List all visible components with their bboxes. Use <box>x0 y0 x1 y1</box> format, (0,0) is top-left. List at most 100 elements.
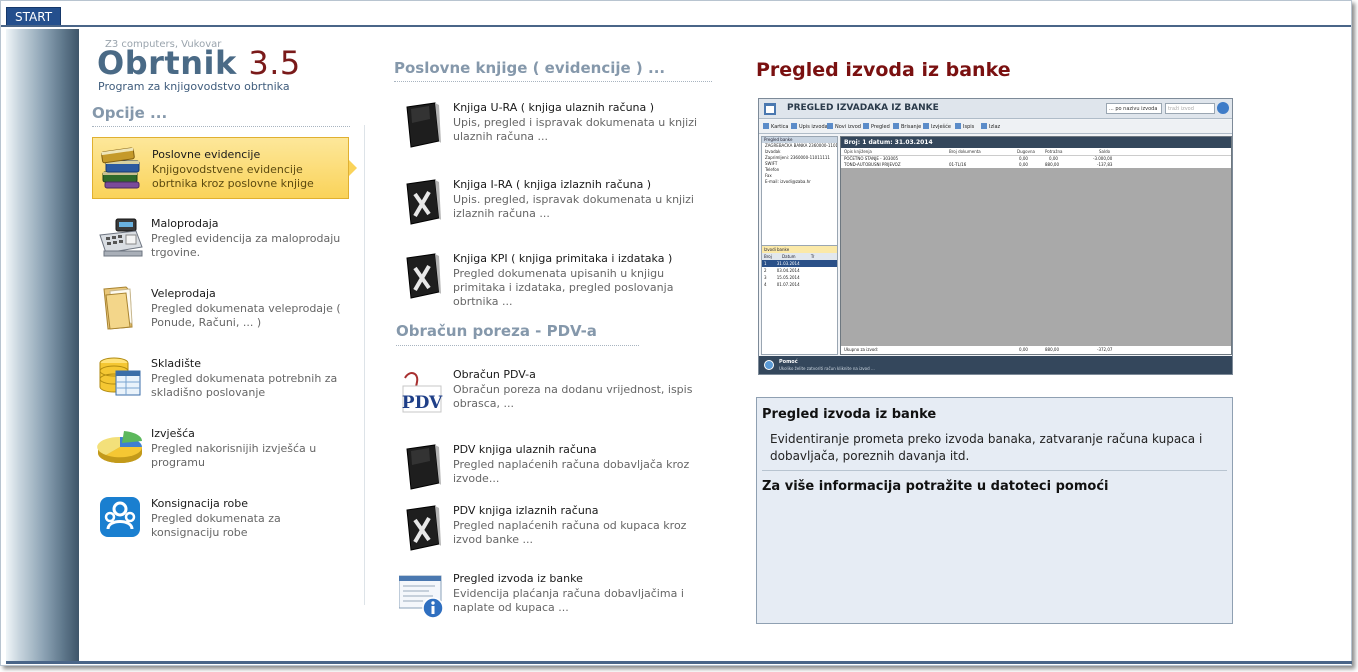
option-maloprodaja[interactable]: Maloprodaja Pregled evidencija za malopr… <box>92 207 349 269</box>
column-separator <box>364 125 365 605</box>
preview-list-row: 1 31.03.2014 <box>762 260 837 267</box>
screenshot-preview: PREGLED IZVADAKA IZ BANKE ... po nazivu … <box>758 98 1233 375</box>
preview-title: PREGLED IZVADAKA IZ BANKE <box>787 103 939 113</box>
brand-name: Obrtnik <box>97 44 237 82</box>
folder-icon <box>103 286 133 330</box>
preview-search: traži izvod <box>1165 103 1215 114</box>
black-book-icon <box>406 102 441 148</box>
left-gradient-bar <box>6 29 79 661</box>
option-skladiste[interactable]: Skladište Pregled dokumenata potrebnih z… <box>92 347 349 409</box>
tax-divider <box>396 345 639 346</box>
book-desc: Pregled naplaćenih računa od kupaca kroz… <box>453 519 687 546</box>
black-book-icon <box>406 444 441 490</box>
book-desc: Evidencija plaćanja računa dobavljačima … <box>453 587 684 614</box>
preview-grid-col: Potražna <box>1045 149 1063 154</box>
book-title: Pregled izvoda iz banke <box>453 572 583 585</box>
preview-combo: ... po nazivu izvoda <box>1106 103 1162 114</box>
book-desc: Pregled naplaćenih računa dobavljača kro… <box>453 458 690 485</box>
preview-tool: Ispis <box>955 123 974 130</box>
bottom-border <box>6 661 1352 664</box>
book-ura[interactable]: Knjiga U-RA ( knjiga ulaznih računa ) Up… <box>399 99 719 161</box>
black-book-x-icon <box>406 179 441 225</box>
preview-grid-col: Opis knjiženja <box>844 149 872 154</box>
book-title: Knjiga KPI ( knjiga primitaka i izdataka… <box>453 252 673 265</box>
pdv-icon: PDV <box>402 372 443 413</box>
options-title: Opcije ... <box>92 104 168 122</box>
option-desc: Pregled dokumenata veleprodaje ( Ponude,… <box>151 302 341 329</box>
preview-grid-col: Broj dokumenta <box>949 149 981 154</box>
detail-heading: Pregled izvoda iz banke <box>756 59 1011 81</box>
option-title: Skladište <box>151 357 201 370</box>
preview-list-col: Datum <box>782 254 796 259</box>
book-title: Knjiga I-RA ( knjiga izlaznih računa ) <box>453 178 652 191</box>
brand-version: 3.5 <box>248 44 301 82</box>
info-divider <box>762 470 1227 471</box>
option-desc: Pregled evidencija za maloprodaju trgovi… <box>151 232 341 259</box>
main-window: START Z3 computers, Vukovar Obrtnik 3.5 … <box>0 0 1352 666</box>
books-divider <box>394 81 712 82</box>
top-bar: START <box>1 1 1351 27</box>
preview-grid-total: Ukupno za izvod: 0,00 880,00 -372,07 <box>841 346 1231 354</box>
book-title: PDV knjiga ulaznih računa <box>453 443 597 456</box>
option-izvjesca[interactable]: Izvješća Pregled nakorisnijih izvješća u… <box>92 417 349 479</box>
option-konsignacija-robe[interactable]: Konsignacija robe Pregled dokumenata za … <box>92 487 349 549</box>
cash-register-icon <box>99 218 143 257</box>
option-title: Konsignacija robe <box>151 497 249 510</box>
option-title: Maloprodaja <box>151 217 219 230</box>
preview-list-header: Broj Datum Tr <box>762 253 837 260</box>
pie-chart-icon <box>97 431 143 463</box>
tax-obracun-pdv[interactable]: PDV Obračun PDV-a Obračun poreza na doda… <box>399 366 719 428</box>
info-title: Pregled izvoda iz banke <box>762 407 937 422</box>
preview-tool: Novi izvod <box>827 123 861 130</box>
help-icon <box>764 360 774 370</box>
book-ira[interactable]: Knjiga I-RA ( knjiga izlaznih računa ) U… <box>399 176 719 238</box>
preview-footer: Pomoć Ukoliko želite zatvoriti račun kli… <box>759 356 1232 374</box>
preview-main-title: Broj: 1 datum: 31.03.2014 <box>841 137 1231 148</box>
preview-footer-title: Pomoć <box>779 359 798 365</box>
option-title: Izvješća <box>151 427 195 440</box>
info-box: Pregled izvoda iz banke Evidentiranje pr… <box>756 397 1233 624</box>
preview-grid-row: TOND-AUTOBUSNI PRIJEVOZ 01-TL/16 0,00 88… <box>841 162 1231 168</box>
book-desc: Upis, pregled i ispravak dokumenata u kn… <box>453 116 698 143</box>
option-desc: Pregled nakorisnijih izvješća u programu <box>151 442 317 469</box>
preview-tool: Upis izvoda <box>791 123 828 130</box>
preview-list-col: Broj <box>764 254 772 259</box>
options-divider <box>92 126 350 127</box>
book-title: PDV knjiga izlaznih računa <box>453 504 599 517</box>
option-desc: Pregled dokumenata potrebnih za skladišn… <box>151 372 338 399</box>
tax-pdv-izlazni[interactable]: PDV knjiga izlaznih računa Pregled napla… <box>399 502 719 564</box>
option-veleprodaja[interactable]: Veleprodaja Pregled dokumenata veleproda… <box>92 277 349 339</box>
database-table-icon <box>99 357 141 396</box>
preview-toolbar: Kartica Upis izvoda Novi izvod Pregled B… <box>759 120 1232 134</box>
window-icon <box>764 103 776 115</box>
preview-tool: Kartica <box>763 123 788 130</box>
preview-tool: Brisanje <box>893 123 921 130</box>
option-poslovne-evidencije[interactable]: Poslovne evidencije Knjigovodstvene evid… <box>92 137 357 199</box>
users-group-icon <box>100 497 140 537</box>
tax-pregled-izvoda[interactable]: Pregled izvoda iz banke Evidencija plaća… <box>399 570 719 632</box>
preview-tool: Izvješće <box>923 123 951 130</box>
preview-header: PREGLED IZVADAKA IZ BANKE ... po nazivu … <box>759 99 1232 119</box>
statement-info-icon <box>399 575 444 619</box>
option-desc: Knjigovodstvene evidencije obrtnika kroz… <box>152 163 314 190</box>
preview-tree-line: E-mail: izvodi@zaba.hr <box>765 179 811 184</box>
brand-subtitle: Program za knjigovodstvo obrtnika <box>98 80 290 93</box>
book-desc: Obračun poreza na dodanu vrijednost, isp… <box>453 383 693 410</box>
preview-list-row: 4 01.07.2014 <box>764 282 800 287</box>
preview-footer-text: Ukoliko želite zatvoriti račun kliknite … <box>779 366 875 371</box>
preview-grid-header: Opis knjiženja Broj dokumenta Dugovna Po… <box>841 148 1231 156</box>
books-icon <box>101 147 140 189</box>
preview-list-title: Izvodi banke <box>762 246 837 253</box>
tax-pdv-ulazni[interactable]: PDV knjiga ulaznih računa Pregled naplać… <box>399 441 719 503</box>
preview-tool: Izlaz <box>981 123 1000 130</box>
book-title: Knjiga U-RA ( knjiga ulaznih računa ) <box>453 101 655 114</box>
svg-text:PDV: PDV <box>402 393 443 413</box>
preview-grid-col: Saldo <box>1099 149 1111 154</box>
book-title: Obračun PDV-a <box>453 368 536 381</box>
preview-grid-col: Dugovna <box>1017 149 1035 154</box>
start-tab[interactable]: START <box>6 7 62 25</box>
book-kpi[interactable]: Knjiga KPI ( knjiga primitaka i izdataka… <box>399 250 719 312</box>
book-desc: Upis. pregled, ispravak dokumenata u knj… <box>453 193 694 220</box>
info-description: Evidentiranje prometa preko izvoda banak… <box>770 432 1203 463</box>
black-book-x-icon <box>406 253 441 299</box>
